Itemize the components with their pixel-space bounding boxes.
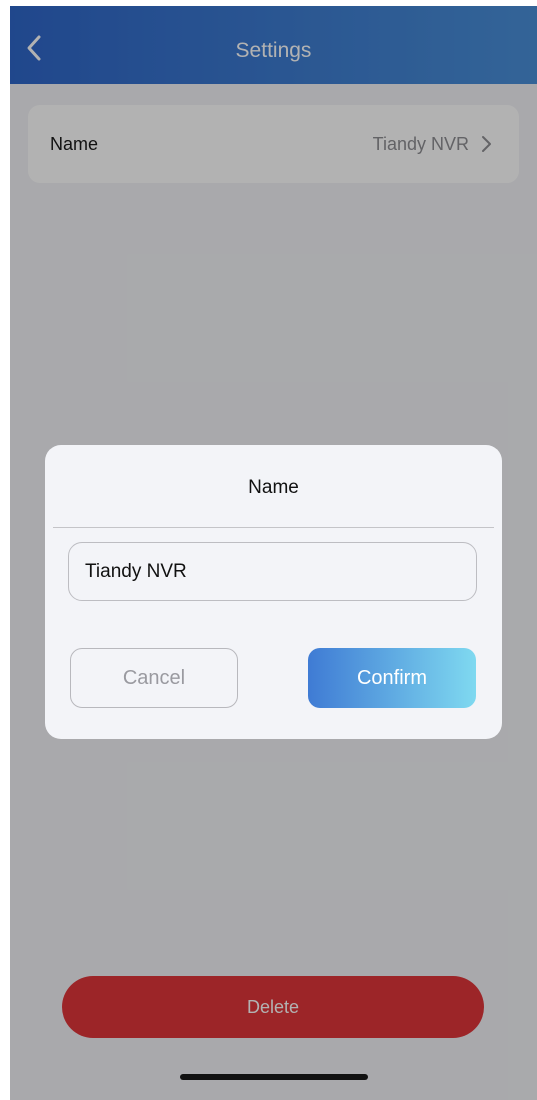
dialog-divider [53, 527, 494, 528]
home-indicator [180, 1074, 368, 1080]
dialog-title: Name [248, 477, 299, 498]
settings-screen: Settings Name Tiandy NVR Delete Name Can… [10, 6, 537, 1100]
confirm-button[interactable]: Confirm [308, 648, 476, 708]
rename-dialog: Name Cancel Confirm [45, 445, 502, 739]
name-input[interactable] [68, 542, 477, 601]
cancel-button[interactable]: Cancel [70, 648, 238, 708]
